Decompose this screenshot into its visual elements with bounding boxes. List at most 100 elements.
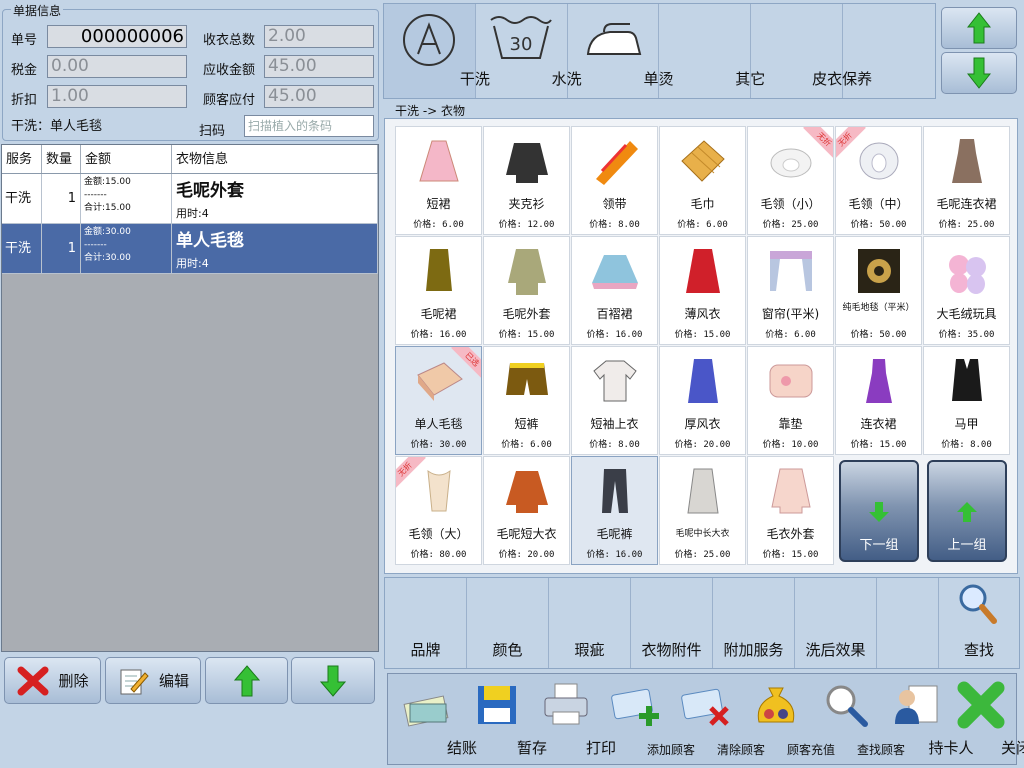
item-price: 价格: 6.00 xyxy=(501,440,552,450)
attr-extra-service[interactable]: 附加服务 xyxy=(713,578,795,668)
header-amount[interactable]: 金额 xyxy=(81,145,172,173)
move-down-button[interactable] xyxy=(291,657,375,704)
item-thick-trench[interactable]: 厚风衣 价格: 20.00 xyxy=(659,346,746,455)
tie-icon xyxy=(595,141,638,185)
close-button[interactable]: 关闭 xyxy=(946,678,1024,762)
item-light-trench[interactable]: 薄风衣 价格: 15.00 xyxy=(659,236,746,345)
dry-clean-symbol-icon xyxy=(403,14,456,66)
tab-dry-clean[interactable]: 干洗 xyxy=(384,4,490,98)
table-row-selected[interactable]: 干洗 1 金额:30.00 ------- 合计:30.00 单人毛毯 用时:4 xyxy=(2,224,378,274)
hold-button[interactable]: 暂存 xyxy=(462,678,547,762)
tab-other[interactable]: 其它 xyxy=(659,4,765,98)
item-single-blanket[interactable]: 已选 单人毛毯 价格: 30.00 xyxy=(395,346,482,455)
header-qty[interactable]: 数量 xyxy=(42,145,81,173)
checkout-button[interactable]: 结账 xyxy=(392,678,477,762)
item-fur-collar-medium[interactable]: 无折 毛领（中） 价格: 50.00 xyxy=(835,126,922,235)
receivable-field[interactable]: 45.00 xyxy=(264,55,374,78)
trousers-icon xyxy=(601,469,628,513)
scan-input[interactable]: 扫描植入的条码 xyxy=(244,115,374,137)
remove-card-icon xyxy=(681,688,729,726)
item-name: 百褶裙 xyxy=(596,307,633,321)
item-sweater-coat[interactable]: 毛衣外套 价格: 15.00 xyxy=(747,456,834,565)
find-customer-button[interactable]: 查找顾客 xyxy=(811,678,905,762)
attr-after-wash[interactable]: 洗后效果 xyxy=(795,578,877,668)
item-fur-collar-large[interactable]: 无折 毛领（大） 价格: 80.00 xyxy=(395,456,482,565)
total-pieces-field[interactable]: 2.00 xyxy=(264,25,374,48)
item-short-sleeve-top[interactable]: 短袖上衣 价格: 8.00 xyxy=(571,346,658,455)
notepad-pencil-icon xyxy=(120,669,149,694)
find-button[interactable]: 查找 xyxy=(939,578,1019,668)
clear-customer-button[interactable]: 清除顾客 xyxy=(671,678,765,762)
tab-empty[interactable] xyxy=(843,4,935,98)
scan-label: 扫码 xyxy=(199,124,226,139)
towel-icon xyxy=(680,140,725,182)
item-shorts[interactable]: 短裤 价格: 6.00 xyxy=(483,346,570,455)
next-group-button[interactable]: 下一组 xyxy=(839,460,919,562)
attr-color[interactable]: 颜色 xyxy=(467,578,549,668)
item-wool-coat[interactable]: 毛呢外套 价格: 15.00 xyxy=(483,236,570,345)
item-plush-toy[interactable]: 大毛绒玩具 价格: 35.00 xyxy=(923,236,1010,345)
customer-pay-field[interactable]: 45.00 xyxy=(264,85,374,108)
item-price: 价格: 12.00 xyxy=(498,220,555,230)
item-price: 价格: 16.00 xyxy=(586,550,643,560)
header-item-info[interactable]: 衣物信息 xyxy=(172,145,378,173)
row-item-name: 单人毛毯 xyxy=(176,231,244,251)
item-wool-dress[interactable]: 毛呢连衣裙 价格: 25.00 xyxy=(923,126,1010,235)
item-one-piece-dress[interactable]: 连衣裙 价格: 15.00 xyxy=(835,346,922,455)
item-towel[interactable]: 毛巾 价格: 6.00 xyxy=(659,126,746,235)
item-wool-short-coat[interactable]: 毛呢短大衣 价格: 20.00 xyxy=(483,456,570,565)
print-button[interactable]: 打印 xyxy=(531,678,616,762)
row-amount: 金额:30.00 ------- 合计:30.00 xyxy=(81,224,172,273)
cardholder-button[interactable]: 持卡人 xyxy=(881,678,974,762)
attr-accessories[interactable]: 衣物附件 xyxy=(631,578,713,668)
item-fur-collar-small[interactable]: 无折 毛领（小） 价格: 25.00 xyxy=(747,126,834,235)
tabs-scroll-up-button[interactable] xyxy=(941,7,1017,49)
attr-label: 洗后效果 xyxy=(805,641,866,659)
row-qty: 1 xyxy=(42,174,81,223)
tab-leather-care[interactable]: 皮衣保养 xyxy=(751,4,872,98)
attr-empty[interactable] xyxy=(877,578,939,668)
tab-water-wash[interactable]: 30 水洗 xyxy=(476,4,582,98)
item-short-skirt[interactable]: 短裙 价格: 6.00 xyxy=(395,126,482,235)
header-service[interactable]: 服务 xyxy=(2,145,42,173)
item-wool-trousers[interactable]: 毛呢裤 价格: 16.00 xyxy=(571,456,658,565)
item-tie[interactable]: 领带 价格: 8.00 xyxy=(571,126,658,235)
discount-label: 折扣 xyxy=(11,93,38,108)
wash-tub-icon: 30 xyxy=(490,16,553,59)
tabs-scroll-down-button[interactable] xyxy=(941,52,1017,94)
item-vest[interactable]: 马甲 价格: 8.00 xyxy=(923,346,1010,455)
item-jacket[interactable]: 夹克衫 价格: 12.00 xyxy=(483,126,570,235)
item-pleated-skirt[interactable]: 百褶裙 价格: 16.00 xyxy=(571,236,658,345)
service-tabs: 干洗 30 水洗 单烫 其它 皮衣保养 xyxy=(383,3,936,99)
prev-group-button[interactable]: 上一组 xyxy=(927,460,1007,562)
attr-brand[interactable]: 品牌 xyxy=(385,578,467,668)
breadcrumb: 干洗 -> 衣物 xyxy=(395,104,466,118)
row-item-time: 用时:4 xyxy=(176,207,209,220)
dress-icon xyxy=(951,139,982,183)
cushion-icon xyxy=(769,364,812,398)
discount-field[interactable]: 1.00 xyxy=(47,85,187,108)
item-curtain[interactable]: 窗帘(平米) 价格: 6.00 xyxy=(747,236,834,345)
edit-button[interactable]: 编辑 xyxy=(105,657,201,704)
tax-field[interactable]: 0.00 xyxy=(47,55,187,78)
item-name: 纯毛地毯（平米） xyxy=(842,303,915,313)
item-name: 短裙 xyxy=(426,197,451,211)
delete-button[interactable]: 删除 xyxy=(4,657,101,704)
item-price: 价格: 80.00 xyxy=(410,550,467,560)
row-amount: 金额:15.00 ------- 合计:15.00 xyxy=(81,174,172,223)
move-up-button[interactable] xyxy=(205,657,288,704)
customer-topup-button[interactable]: 顾客充值 xyxy=(741,678,835,762)
item-wool-carpet[interactable]: 纯毛地毯（平米） 价格: 50.00 xyxy=(835,236,922,345)
item-cushion[interactable]: 靠垫 价格: 10.00 xyxy=(747,346,834,455)
arrow-down-icon xyxy=(967,57,991,89)
tab-ironing[interactable]: 单烫 xyxy=(568,4,673,98)
item-wool-skirt[interactable]: 毛呢裙 价格: 16.00 xyxy=(395,236,482,345)
current-item-text: 干洗：单人毛毯 xyxy=(11,119,103,134)
add-customer-button[interactable]: 添加顾客 xyxy=(601,678,695,762)
table-row[interactable]: 干洗 1 金额:15.00 ------- 合计:15.00 毛呢外套 用时:4 xyxy=(2,174,378,224)
order-no-field[interactable]: 000000006 xyxy=(47,25,187,48)
attr-defect[interactable]: 瑕疵 xyxy=(549,578,631,668)
order-info-legend: 单据信息 xyxy=(11,2,64,19)
item-price: 价格: 16.00 xyxy=(586,330,643,340)
item-wool-mid-coat[interactable]: 毛呢中长大衣 价格: 25.00 xyxy=(659,456,746,565)
